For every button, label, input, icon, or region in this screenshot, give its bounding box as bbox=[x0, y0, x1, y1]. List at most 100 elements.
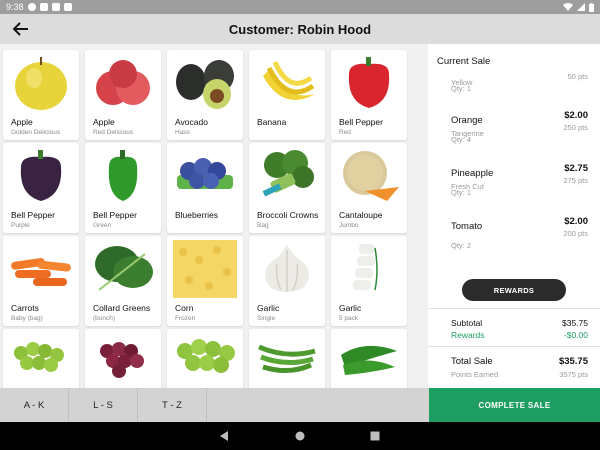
product-tile[interactable] bbox=[3, 329, 79, 388]
line-price: $2.00 bbox=[564, 216, 588, 227]
carrots-image bbox=[11, 258, 71, 286]
home-nav-button[interactable] bbox=[294, 430, 306, 442]
product-tile[interactable]: Cantaloupe Jumbo bbox=[331, 143, 407, 233]
total-label: Total Sale bbox=[451, 356, 493, 367]
product-variant: Jumbo bbox=[339, 222, 359, 229]
product-variant: Purple bbox=[11, 222, 30, 229]
system-nav-bar bbox=[0, 422, 600, 450]
points-row: Points Earned 3575 pts bbox=[451, 370, 588, 379]
product-variant: Red Delicious bbox=[93, 129, 134, 136]
red-grapes-image bbox=[100, 342, 144, 378]
back-nav-button[interactable] bbox=[218, 430, 230, 442]
points-value: 3575 pts bbox=[559, 370, 588, 379]
line-qty: Qty: 1 bbox=[451, 188, 472, 197]
current-sale-heading: Current Sale bbox=[437, 56, 491, 67]
product-tile[interactable]: Garlic Single bbox=[249, 236, 325, 326]
arrow-left-icon bbox=[13, 22, 28, 36]
product-tile[interactable] bbox=[249, 329, 325, 388]
product-variant: Hass bbox=[175, 129, 190, 136]
notification-icon bbox=[27, 3, 36, 11]
banana-image bbox=[263, 60, 315, 100]
notification-icon bbox=[39, 3, 48, 11]
product-variant: 5 pack bbox=[339, 315, 359, 322]
status-bar: 9:38 bbox=[0, 0, 600, 14]
battery-icon bbox=[589, 2, 594, 12]
points-label: Points Earned bbox=[451, 370, 499, 379]
blueberries-image bbox=[177, 158, 233, 189]
rewards-button[interactable]: REWARDS bbox=[462, 279, 566, 301]
recents-nav-button[interactable] bbox=[369, 430, 381, 442]
product-tile[interactable] bbox=[331, 329, 407, 388]
product-tile[interactable]: Bell Pepper Purple bbox=[3, 143, 79, 233]
product-variant: Green bbox=[93, 222, 112, 229]
line-name: Tomato bbox=[451, 221, 483, 232]
product-name: Corn bbox=[175, 303, 194, 313]
line-qty: Qty: 4 bbox=[451, 135, 472, 144]
product-tile[interactable] bbox=[85, 329, 161, 388]
product-name: Avocado bbox=[175, 117, 208, 127]
signal-icon bbox=[577, 3, 585, 11]
broccoli-image bbox=[262, 150, 314, 197]
product-variant: Frozen bbox=[175, 315, 196, 322]
wifi-icon bbox=[563, 3, 573, 11]
product-tile[interactable]: Apple Golden Delicious bbox=[3, 50, 79, 140]
sd-card-icon bbox=[51, 3, 60, 11]
product-tile[interactable]: Apple Red Delicious bbox=[85, 50, 161, 140]
product-variant: Baby (bag) bbox=[11, 315, 43, 322]
square-recents-icon bbox=[370, 431, 380, 441]
avocado-image bbox=[176, 60, 234, 109]
back-button[interactable] bbox=[6, 14, 36, 44]
product-name: Bell Pepper bbox=[11, 210, 55, 220]
product-variant: Red bbox=[339, 129, 351, 136]
product-variant: (bunch) bbox=[93, 315, 116, 322]
tab-t-z[interactable]: T - Z bbox=[138, 388, 207, 422]
tab-a-k[interactable]: A - K bbox=[0, 388, 69, 422]
cantaloupe-image bbox=[343, 151, 399, 201]
green-chili-image bbox=[341, 345, 397, 375]
red-pepper-image bbox=[348, 57, 390, 108]
product-tile[interactable]: Broccoli Crowns Bag bbox=[249, 143, 325, 233]
product-grid: Apple Golden Delicious Apple Red Delicio… bbox=[0, 44, 428, 388]
rewards-label: Rewards bbox=[451, 330, 485, 340]
line-points: 275 pts bbox=[563, 176, 588, 185]
product-tile[interactable]: Carrots Baby (bag) bbox=[3, 236, 79, 326]
product-tile[interactable]: Collard Greens (bunch) bbox=[85, 236, 161, 326]
product-tile[interactable]: Garlic 5 pack bbox=[331, 236, 407, 326]
product-name: Bell Pepper bbox=[339, 117, 383, 127]
line-price: $2.75 bbox=[564, 163, 588, 174]
product-tile[interactable]: Bell Pepper Red bbox=[331, 50, 407, 140]
product-variant: Single bbox=[257, 315, 276, 322]
green-beans-image bbox=[258, 344, 316, 373]
product-name: Apple bbox=[93, 117, 115, 127]
product-tile[interactable]: Bell Pepper Green bbox=[85, 143, 161, 233]
product-name: Bell Pepper bbox=[93, 210, 137, 220]
circle-home-icon bbox=[295, 431, 305, 441]
total-row: Total Sale $35.75 bbox=[451, 356, 588, 367]
corn-image bbox=[173, 240, 237, 298]
current-sale-panel: Current Sale Yellow 50 pts Qty: 1 Orange… bbox=[428, 44, 600, 388]
divider bbox=[428, 308, 600, 309]
product-name: Broccoli Crowns bbox=[257, 210, 319, 220]
rewards-row: Rewards -$0.00 bbox=[451, 330, 588, 340]
product-tile[interactable] bbox=[167, 329, 243, 388]
product-variant: Golden Delicious bbox=[11, 129, 61, 136]
bottom-action-bar: A - K L - S T - Z COMPLETE SALE bbox=[0, 388, 600, 422]
yellow-apple-image bbox=[15, 57, 67, 110]
green-grapes-image bbox=[14, 342, 64, 372]
product-name: Carrots bbox=[11, 303, 39, 313]
product-name: Garlic bbox=[339, 303, 362, 313]
product-tile[interactable]: Corn Frozen bbox=[167, 236, 243, 326]
complete-sale-button[interactable]: COMPLETE SALE bbox=[429, 388, 600, 422]
line-points: 200 pts bbox=[563, 229, 588, 238]
product-tile[interactable]: Avocado Hass bbox=[167, 50, 243, 140]
product-tile[interactable]: Banana bbox=[249, 50, 325, 140]
tab-l-s[interactable]: L - S bbox=[69, 388, 138, 422]
page-title: Customer: Robin Hood bbox=[228, 21, 372, 37]
line-qty: Qty: 2 bbox=[451, 241, 472, 250]
product-tile[interactable]: Blueberries bbox=[167, 143, 243, 233]
app-bar: Customer: Robin Hood bbox=[0, 14, 600, 44]
product-name: Blueberries bbox=[175, 210, 218, 220]
subtotal-label: Subtotal bbox=[451, 318, 483, 328]
product-name: Collard Greens bbox=[93, 303, 151, 313]
line-points: 50 pts bbox=[567, 72, 588, 81]
